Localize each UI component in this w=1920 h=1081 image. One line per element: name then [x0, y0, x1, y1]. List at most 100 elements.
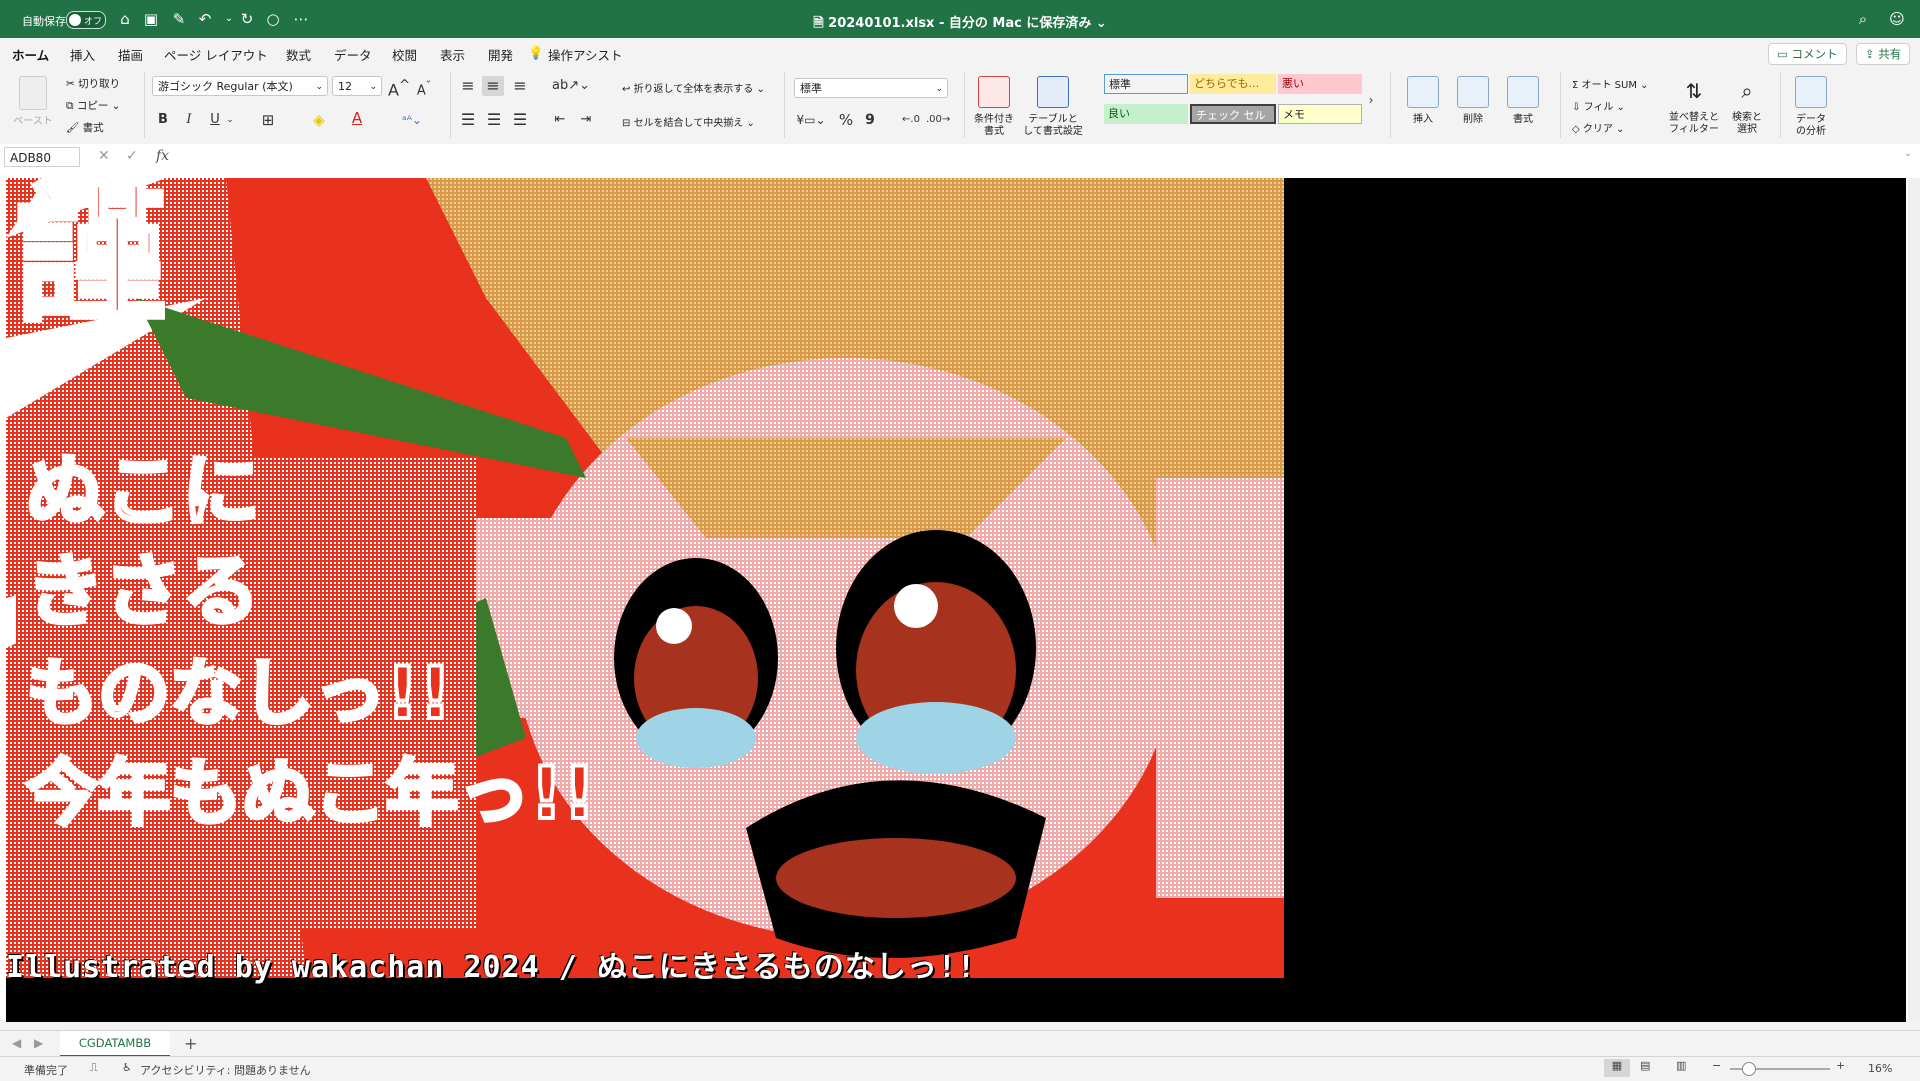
comma-style-button[interactable]: 9	[862, 110, 878, 130]
number-format-dropdown[interactable]: 標準 ⌄	[794, 78, 948, 98]
normal-view-icon[interactable]: ▦	[1604, 1059, 1630, 1077]
sort-filter-button[interactable]: ⇅ 並べ替えと フィルター	[1666, 76, 1722, 136]
font-shrink-icon[interactable]: Aˇ	[414, 76, 434, 101]
tab-data[interactable]: データ	[334, 45, 372, 64]
paste-button[interactable]: ペースト	[12, 76, 54, 128]
underline-dropdown-icon[interactable]: ⌄	[224, 110, 236, 130]
share-button[interactable]: ⇪ 共有	[1856, 43, 1911, 65]
sheet-tab[interactable]: CGDATAMBB	[60, 1031, 170, 1057]
fill-button[interactable]: ⇩ フィル ⌄	[1572, 98, 1625, 113]
font-color-icon[interactable]: A	[346, 108, 368, 128]
style-neutral[interactable]: どちらでも...	[1190, 74, 1276, 94]
art-text-line-3: ものなしっ!!	[26, 651, 452, 735]
styles-more-icon[interactable]: ›	[1364, 90, 1378, 110]
align-center-icon[interactable]: ☰	[484, 110, 504, 130]
cut-button[interactable]: ✂ 切り取り	[66, 76, 120, 91]
tab-draw[interactable]: 描画	[118, 45, 143, 64]
percent-button[interactable]: %	[836, 110, 856, 130]
tab-assist[interactable]: 操作アシスト	[548, 45, 623, 64]
align-bottom-icon[interactable]: ≡	[510, 76, 530, 96]
divider	[964, 72, 965, 138]
orientation-icon[interactable]: ab↗⌄	[552, 76, 590, 96]
format-painter-button[interactable]: 🖌 書式	[66, 120, 104, 135]
cancel-icon[interactable]: ✕	[98, 148, 110, 164]
style-bad[interactable]: 悪い	[1278, 74, 1362, 94]
fill-label: フィル	[1583, 102, 1614, 113]
copy-button[interactable]: ⧉ コピー ⌄	[66, 98, 120, 113]
formula-input[interactable]	[186, 148, 1886, 166]
align-left-icon[interactable]: ☰	[458, 110, 478, 130]
conditional-format-button[interactable]: 条件付き 書式	[966, 76, 1022, 138]
tab-home[interactable]: ホーム	[12, 45, 50, 70]
format-as-table-button[interactable]: テーブルと して書式設定	[1022, 76, 1084, 138]
analyze-data-label: データ の分析	[1796, 114, 1826, 137]
tab-view[interactable]: 表示	[440, 45, 465, 64]
status-bar: 準備完了 ⎍ ♿ アクセシビリティ: 問題ありません ▦ ▤ ▥ − + 16%	[0, 1056, 1920, 1081]
add-sheet-icon[interactable]: +	[184, 1034, 197, 1053]
confirm-icon[interactable]: ✓	[126, 148, 138, 164]
spreadsheet-grid[interactable]: ぬこに きさる ものなしっ!! 今年もぬこ年っ!! 謹 Illustrated …	[0, 170, 1920, 1022]
zoom-slider-thumb[interactable]	[1742, 1062, 1756, 1076]
style-good[interactable]: 良い	[1104, 104, 1188, 124]
analyze-data-button[interactable]: データ の分析	[1786, 76, 1836, 138]
italic-button[interactable]: I	[180, 110, 198, 130]
zoom-in-icon[interactable]: +	[1836, 1059, 1845, 1072]
indent-increase-icon[interactable]: ⇥	[576, 110, 596, 130]
borders-icon[interactable]: ⊞	[256, 110, 280, 130]
formula-expand-icon[interactable]: ⌄	[1904, 148, 1912, 159]
name-box[interactable]: ADB80	[4, 147, 80, 167]
align-right-icon[interactable]: ☰	[510, 110, 530, 130]
zoom-slider[interactable]	[1730, 1062, 1830, 1076]
title-chevron-icon[interactable]: ⌄	[1096, 16, 1107, 31]
zoom-out-icon[interactable]: −	[1712, 1059, 1721, 1072]
style-note[interactable]: メモ	[1278, 104, 1362, 124]
divider	[450, 72, 451, 138]
fill-color-icon[interactable]: ◈	[308, 110, 330, 130]
vertical-scrollbar[interactable]	[1908, 178, 1920, 1022]
currency-icon[interactable]: ¥▭⌄	[796, 110, 826, 130]
align-top-icon[interactable]: ≡	[458, 76, 478, 96]
tab-insert[interactable]: 挿入	[70, 45, 95, 64]
autosum-button[interactable]: Σ オート SUM ⌄	[1572, 76, 1649, 91]
search-icon[interactable]: ⌕	[1854, 10, 1872, 28]
tab-developer[interactable]: 開発	[488, 45, 513, 64]
font-name-dropdown[interactable]: 游ゴシック Regular (本文) ⌄	[152, 76, 328, 96]
accessibility-icon[interactable]: ♿	[122, 1061, 132, 1074]
accessibility-status[interactable]: アクセシビリティ: 問題ありません	[140, 1062, 311, 1078]
account-icon[interactable]: ☺	[1888, 10, 1906, 28]
zoom-level[interactable]: 16%	[1868, 1062, 1892, 1075]
lightbulb-icon: 💡	[528, 45, 544, 60]
font-size-dropdown[interactable]: 12 ⌄	[332, 76, 382, 96]
font-grow-icon[interactable]: A^	[388, 76, 410, 100]
style-normal[interactable]: 標準	[1104, 74, 1188, 94]
tab-page-layout[interactable]: ページ レイアウト	[164, 45, 268, 64]
document-title: 20240101.xlsx - 自分の Mac に保存済み	[828, 16, 1092, 31]
function-button[interactable]: fx	[156, 148, 169, 164]
chevron-down-icon: ⌄	[315, 82, 323, 92]
find-select-button[interactable]: ⌕ 検索と 選択	[1722, 76, 1772, 136]
indent-decrease-icon[interactable]: ⇤	[550, 110, 570, 130]
bold-button[interactable]: B	[154, 110, 172, 130]
clear-button[interactable]: ◇ クリア ⌄	[1572, 120, 1624, 135]
find-select-label: 検索と 選択	[1732, 112, 1762, 135]
align-middle-icon[interactable]: ≡	[482, 76, 504, 96]
merge-center-button[interactable]: ⊟ セルを結合して中央揃え ⌄	[622, 114, 755, 129]
next-sheet-icon[interactable]: ▶	[34, 1036, 43, 1050]
delete-cells-button[interactable]: 削除	[1448, 76, 1498, 126]
page-layout-view-icon[interactable]: ▤	[1640, 1059, 1650, 1072]
macro-record-icon[interactable]: ⎍	[90, 1061, 98, 1075]
format-cells-button[interactable]: 書式	[1498, 76, 1548, 126]
tab-review[interactable]: 校閲	[392, 45, 417, 64]
style-check-cell[interactable]: チェック セル	[1190, 104, 1276, 124]
tab-formulas[interactable]: 数式	[286, 45, 311, 64]
increase-decimal-icon[interactable]: ←.0	[900, 110, 922, 130]
underline-button[interactable]: U	[206, 110, 224, 130]
phonetic-icon[interactable]: ᵃᴬ⌄	[398, 110, 426, 130]
decrease-decimal-icon[interactable]: .00→	[926, 110, 950, 130]
wrap-text-button[interactable]: ↩ 折り返して全体を表示する ⌄	[622, 80, 765, 95]
prev-sheet-icon[interactable]: ◀	[12, 1036, 21, 1050]
insert-cells-button[interactable]: 挿入	[1398, 76, 1448, 126]
name-box-value: ADB80	[10, 151, 51, 165]
comment-button[interactable]: ▭ コメント	[1768, 43, 1847, 65]
page-break-view-icon[interactable]: ▥	[1676, 1059, 1686, 1072]
